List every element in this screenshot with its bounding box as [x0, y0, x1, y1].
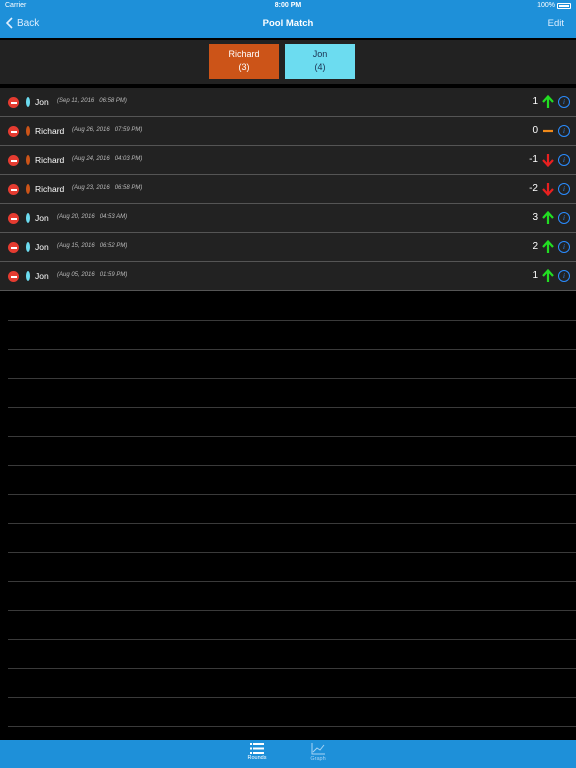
round-player-name: Jon	[35, 213, 49, 223]
empty-row-divider	[8, 697, 576, 698]
info-icon[interactable]: i	[558, 212, 570, 224]
round-row[interactable]: Richard (Aug 24, 2016 04:03 PM) -1 i	[0, 146, 576, 175]
round-row[interactable]: Richard (Aug 23, 2016 06:58 PM) -2 i	[0, 175, 576, 204]
delete-icon[interactable]	[8, 126, 19, 137]
arrow-down-icon	[542, 154, 554, 167]
round-player-name: Richard	[35, 184, 65, 194]
info-icon[interactable]: i	[558, 241, 570, 253]
empty-row-divider	[8, 494, 576, 495]
tab-label: Graph	[310, 756, 326, 762]
round-row[interactable]: Jon (Aug 15, 2016 06:52 PM) 2 i	[0, 233, 576, 262]
empty-row-divider	[8, 639, 576, 640]
battery-icon	[557, 2, 571, 9]
player-color-dot	[26, 155, 30, 165]
arrow-up-icon	[542, 240, 554, 253]
round-player-name: Richard	[35, 126, 65, 136]
player-color-dot	[26, 271, 30, 281]
round-score: 3	[532, 212, 538, 223]
nav-bar: Back Pool Match Edit	[0, 12, 576, 38]
player-score: (3)	[238, 62, 250, 72]
info-icon[interactable]: i	[558, 154, 570, 166]
round-player-name: Jon	[35, 242, 49, 252]
tab-bar: Rounds Graph	[0, 740, 576, 768]
round-date: (Aug 20, 2016 04:53 AM)	[57, 214, 128, 220]
empty-row-divider	[8, 581, 576, 582]
status-time: 8:00 PM	[274, 2, 302, 9]
round-row[interactable]: Jon (Sep 11, 2016 06:58 PM) 1 i	[0, 88, 576, 117]
empty-row-divider	[8, 320, 576, 321]
empty-row-divider	[8, 726, 576, 727]
info-icon[interactable]: i	[558, 183, 570, 195]
player-color-dot	[26, 184, 30, 194]
round-player-name: Jon	[35, 97, 49, 107]
info-icon[interactable]: i	[558, 125, 570, 137]
round-score: -1	[529, 154, 538, 165]
tab-graph[interactable]: Graph	[298, 743, 338, 762]
player-score-header: Richard (3) Jon (4)	[0, 40, 576, 84]
player-score: (4)	[314, 62, 326, 72]
empty-row-divider	[8, 378, 576, 379]
delete-icon[interactable]	[8, 155, 19, 166]
round-row[interactable]: Richard (Aug 26, 2016 07:59 PM) 0 i	[0, 117, 576, 146]
round-score: 0	[532, 125, 538, 136]
dash-icon	[543, 129, 553, 133]
player-button-richard[interactable]: Richard (3)	[209, 44, 279, 79]
empty-row-divider	[8, 349, 576, 350]
player-color-dot	[26, 97, 30, 107]
arrow-up-icon	[542, 211, 554, 224]
player-color-dot	[26, 242, 30, 252]
arrow-up-icon	[542, 269, 554, 282]
round-date: (Aug 15, 2016 06:52 PM)	[57, 243, 128, 249]
empty-row-divider	[8, 436, 576, 437]
arrow-up-icon	[542, 95, 554, 108]
round-score: 2	[532, 241, 538, 252]
list-icon	[250, 743, 264, 754]
round-player-name: Richard	[35, 155, 65, 165]
tab-rounds[interactable]: Rounds	[237, 743, 277, 761]
delete-icon[interactable]	[8, 184, 19, 195]
round-score: 1	[532, 96, 538, 107]
round-row[interactable]: Jon (Aug 05, 2016 01:59 PM) 1 i	[0, 262, 576, 291]
delete-icon[interactable]	[8, 242, 19, 253]
round-player-name: Jon	[35, 271, 49, 281]
info-icon[interactable]: i	[558, 270, 570, 282]
empty-row-divider	[8, 610, 576, 611]
empty-list-area	[0, 292, 576, 740]
graph-icon	[311, 743, 325, 755]
delete-icon[interactable]	[8, 213, 19, 224]
delete-icon[interactable]	[8, 97, 19, 108]
player-color-dot	[26, 126, 30, 136]
arrow-down-icon	[542, 183, 554, 196]
round-date: (Aug 23, 2016 06:58 PM)	[72, 185, 143, 191]
round-score: -2	[529, 183, 538, 194]
player-name: Jon	[312, 49, 328, 59]
status-bar: Carrier 8:00 PM 100%	[0, 0, 576, 12]
empty-row-divider	[8, 523, 576, 524]
page-title: Pool Match	[262, 18, 314, 29]
round-date: (Aug 24, 2016 04:03 PM)	[72, 156, 143, 162]
empty-row-divider	[8, 407, 576, 408]
delete-icon[interactable]	[8, 271, 19, 282]
empty-row-divider	[8, 465, 576, 466]
round-row[interactable]: Jon (Aug 20, 2016 04:53 AM) 3 i	[0, 204, 576, 233]
round-date: (Aug 26, 2016 07:59 PM)	[72, 127, 143, 133]
empty-row-divider	[8, 668, 576, 669]
player-button-jon[interactable]: Jon (4)	[285, 44, 355, 79]
player-name: Richard	[228, 49, 260, 59]
tab-label: Rounds	[247, 755, 267, 761]
empty-row-divider	[8, 552, 576, 553]
player-color-dot	[26, 213, 30, 223]
edit-button[interactable]: Edit	[548, 18, 564, 29]
battery-percent: 100%	[537, 2, 555, 9]
round-score: 1	[532, 270, 538, 281]
round-date: (Sep 11, 2016 06:58 PM)	[57, 98, 127, 104]
rounds-list: Jon (Sep 11, 2016 06:58 PM) 1 i Richard (Aug …	[0, 88, 576, 291]
battery-indicator: 100%	[537, 2, 571, 9]
round-date: (Aug 05, 2016 01:59 PM)	[57, 272, 128, 278]
info-icon[interactable]: i	[558, 96, 570, 108]
